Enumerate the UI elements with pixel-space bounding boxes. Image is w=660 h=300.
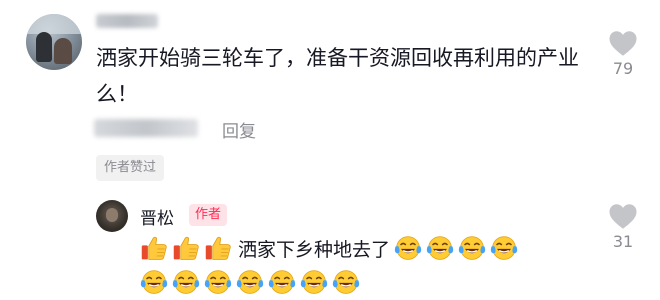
tears-of-joy-emoji: [332, 268, 364, 296]
tears-of-joy-emoji: [426, 234, 458, 262]
reply-line-1: 洒家下乡种地去了: [140, 234, 522, 262]
reply-line-2: [140, 268, 364, 296]
tears-of-joy-emoji: [490, 234, 522, 262]
reply-button[interactable]: 回复: [222, 117, 256, 142]
thumbs-up-emoji: [140, 234, 172, 262]
author-badge: 作者: [189, 204, 228, 226]
reply-like-button[interactable]: 31: [603, 203, 643, 251]
thumbs-up-emoji: [172, 234, 204, 262]
tears-of-joy-emoji: [172, 268, 204, 296]
thumbs-up-emoji: [204, 234, 236, 262]
heart-icon[interactable]: [608, 30, 638, 57]
comment-like-button[interactable]: 79: [603, 30, 643, 78]
tears-of-joy-emoji: [268, 268, 300, 296]
reply-avatar[interactable]: [96, 200, 128, 232]
comment-text: 洒家开始骑三轮车了，准备干资源回收再利用的产业么！: [96, 46, 579, 106]
comment-like-count: 79: [612, 59, 634, 78]
reply-text: 洒家下乡种地去了: [238, 238, 391, 261]
reply-like-count: 31: [612, 232, 634, 251]
commenter-avatar[interactable]: [26, 14, 82, 70]
heart-icon[interactable]: [608, 203, 638, 230]
tears-of-joy-emoji: [394, 234, 426, 262]
tears-of-joy-emoji: [204, 268, 236, 296]
comment-timestamp-blurred: [94, 119, 198, 137]
trailing-emojis: [394, 234, 522, 262]
tears-of-joy-emoji: [140, 268, 172, 296]
tears-of-joy-emoji: [300, 268, 332, 296]
leading-emojis: [140, 234, 236, 262]
tears-of-joy-emoji: [458, 234, 490, 262]
line2-emojis: [140, 268, 364, 296]
reply-username[interactable]: 晋松: [140, 204, 174, 229]
commenter-username-blurred[interactable]: [96, 14, 158, 28]
tears-of-joy-emoji: [236, 268, 268, 296]
author-liked-badge: 作者赞过: [96, 155, 165, 181]
